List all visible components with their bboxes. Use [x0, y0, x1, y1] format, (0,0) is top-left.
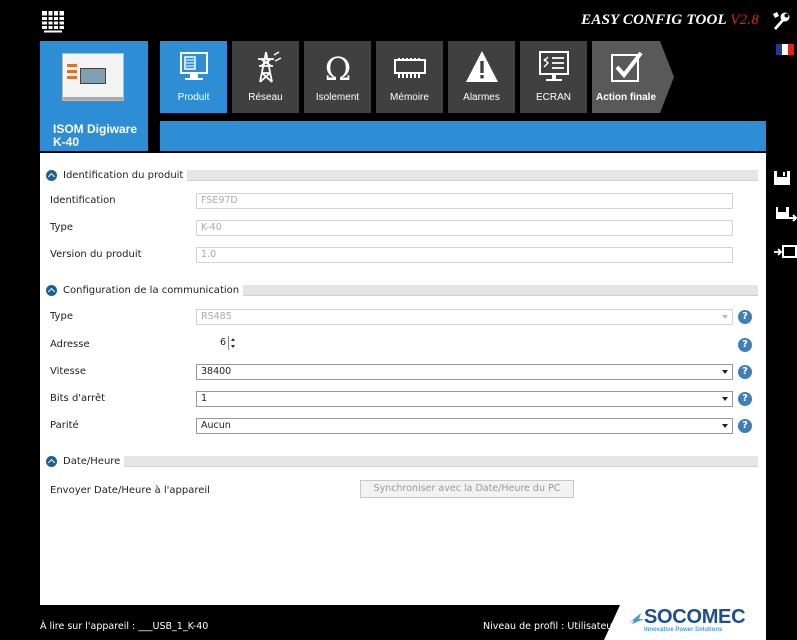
- tab-produit[interactable]: Produit: [160, 41, 227, 113]
- tools-icon[interactable]: [771, 10, 791, 32]
- socomec-logo: SOCOMEC Innovative Power Solutions: [604, 605, 766, 640]
- svg-text:Ω: Ω: [324, 50, 351, 85]
- select-value: 38400: [201, 366, 232, 377]
- comm-type-label: Type: [50, 311, 73, 322]
- help-icon[interactable]: ?: [738, 338, 752, 352]
- section-divider: [187, 169, 758, 181]
- parity-label: Parité: [50, 420, 79, 431]
- chevron-down-icon[interactable]: [722, 397, 728, 401]
- section-title: Configuration de la communication: [63, 284, 240, 296]
- omega-icon: Ω: [324, 50, 351, 85]
- address-value[interactable]: 6: [196, 335, 226, 351]
- select-value: RS485: [201, 311, 232, 322]
- import-device-icon[interactable]: [773, 244, 797, 260]
- help-icon[interactable]: ?: [738, 365, 752, 379]
- header-band: [160, 121, 766, 151]
- logo-text: SOCOMEC: [644, 606, 746, 628]
- tab-alarmes[interactable]: Alarmes: [448, 41, 515, 113]
- app-version: V2.8: [730, 12, 759, 28]
- help-icon[interactable]: ?: [738, 310, 752, 324]
- warning-icon: [465, 51, 498, 82]
- select-value: Aucun: [201, 420, 231, 431]
- chevron-down-icon[interactable]: [722, 370, 728, 374]
- checkmark-icon: [611, 51, 643, 82]
- tab-bar: Produit Réseau Ω Isolement Mémoire Alarm…: [160, 41, 674, 113]
- section-divider: [243, 284, 758, 296]
- collapse-icon[interactable]: [46, 455, 57, 467]
- tab-label: Produit: [177, 92, 210, 103]
- type-label: Type: [50, 222, 73, 233]
- chevron-down-icon: [722, 315, 728, 319]
- tab-isolement[interactable]: Ω Isolement: [304, 41, 371, 113]
- tab-action-finale[interactable]: Action finale: [592, 41, 674, 113]
- device-image-icon: [62, 53, 124, 101]
- tab-label: Mémoire: [390, 92, 429, 103]
- identification-label: Identification: [50, 195, 116, 206]
- collapse-icon[interactable]: [46, 284, 57, 296]
- version-label: Version du produit: [50, 249, 142, 260]
- stepper-arrows-icon[interactable]: [228, 336, 237, 350]
- speed-select[interactable]: 38400: [196, 364, 733, 380]
- tab-ecran[interactable]: ECRAN: [520, 41, 587, 113]
- help-icon[interactable]: ?: [738, 392, 752, 406]
- section-header-datetime[interactable]: Date/Heure: [46, 455, 758, 467]
- device-name: ISOM Digiware K-40: [53, 123, 137, 149]
- main-panel: Identification du produit Identification…: [40, 153, 766, 605]
- chevron-down-icon[interactable]: [722, 424, 728, 428]
- send-datetime-label: Envoyer Date/Heure à l'appareil: [50, 485, 210, 496]
- footer-device-read: À lire sur l'appareil : ___USB_1_K-40: [40, 621, 209, 632]
- speed-label: Vitesse: [50, 366, 87, 377]
- version-field: 1.0: [196, 247, 733, 263]
- address-label: Adresse: [50, 339, 90, 350]
- select-value: 1: [201, 393, 208, 404]
- help-icon[interactable]: ?: [738, 419, 752, 433]
- address-stepper[interactable]: 6: [196, 335, 238, 351]
- collapse-icon[interactable]: [46, 169, 57, 181]
- language-flag-fr-icon[interactable]: [776, 44, 794, 55]
- tab-label: ECRAN: [535, 92, 571, 103]
- device-name-line2: K-40: [53, 135, 80, 149]
- memory-chip-icon: [393, 58, 426, 78]
- parity-select[interactable]: Aucun: [196, 418, 733, 434]
- screen-icon: [538, 51, 569, 81]
- sync-datetime-button[interactable]: Synchroniser avec la Date/Heure du PC: [360, 480, 574, 498]
- monitor-icon: [179, 52, 208, 80]
- logo-tagline: Innovative Power Solutions: [644, 627, 723, 633]
- save-icon[interactable]: [773, 170, 791, 186]
- tab-memoire[interactable]: Mémoire: [376, 41, 443, 113]
- type-field: K-40: [196, 220, 733, 236]
- app-grid-icon[interactable]: [42, 11, 64, 33]
- tab-label: Isolement: [315, 92, 360, 103]
- device-card: ISOM Digiware K-40: [40, 41, 148, 151]
- section-divider: [124, 455, 758, 467]
- side-toolbar: [773, 170, 797, 280]
- identification-field: FSE97D: [196, 193, 733, 209]
- pylon-icon: [257, 51, 281, 83]
- footer-profile-level: Niveau de profil : Utilisateur: [483, 621, 617, 632]
- section-header-identification[interactable]: Identification du produit: [46, 169, 758, 181]
- stop-bits-label: Bits d'arrêt: [50, 393, 106, 404]
- section-header-communication[interactable]: Configuration de la communication: [46, 284, 758, 296]
- comm-type-select: RS485: [196, 309, 733, 325]
- save-export-icon[interactable]: [775, 206, 797, 224]
- app-title: EASY CONFIG TOOL V2.8: [581, 12, 759, 29]
- tab-label: Réseau: [248, 92, 283, 103]
- tab-label: Action finale: [596, 92, 657, 103]
- section-title: Date/Heure: [63, 455, 121, 467]
- tab-reseau[interactable]: Réseau: [232, 41, 299, 113]
- app-title-text: EASY CONFIG TOOL: [581, 12, 727, 28]
- tab-label: Alarmes: [463, 92, 500, 103]
- socomec-arrow-icon: [629, 613, 644, 624]
- stop-bits-select[interactable]: 1: [196, 391, 733, 407]
- section-title: Identification du produit: [63, 169, 184, 181]
